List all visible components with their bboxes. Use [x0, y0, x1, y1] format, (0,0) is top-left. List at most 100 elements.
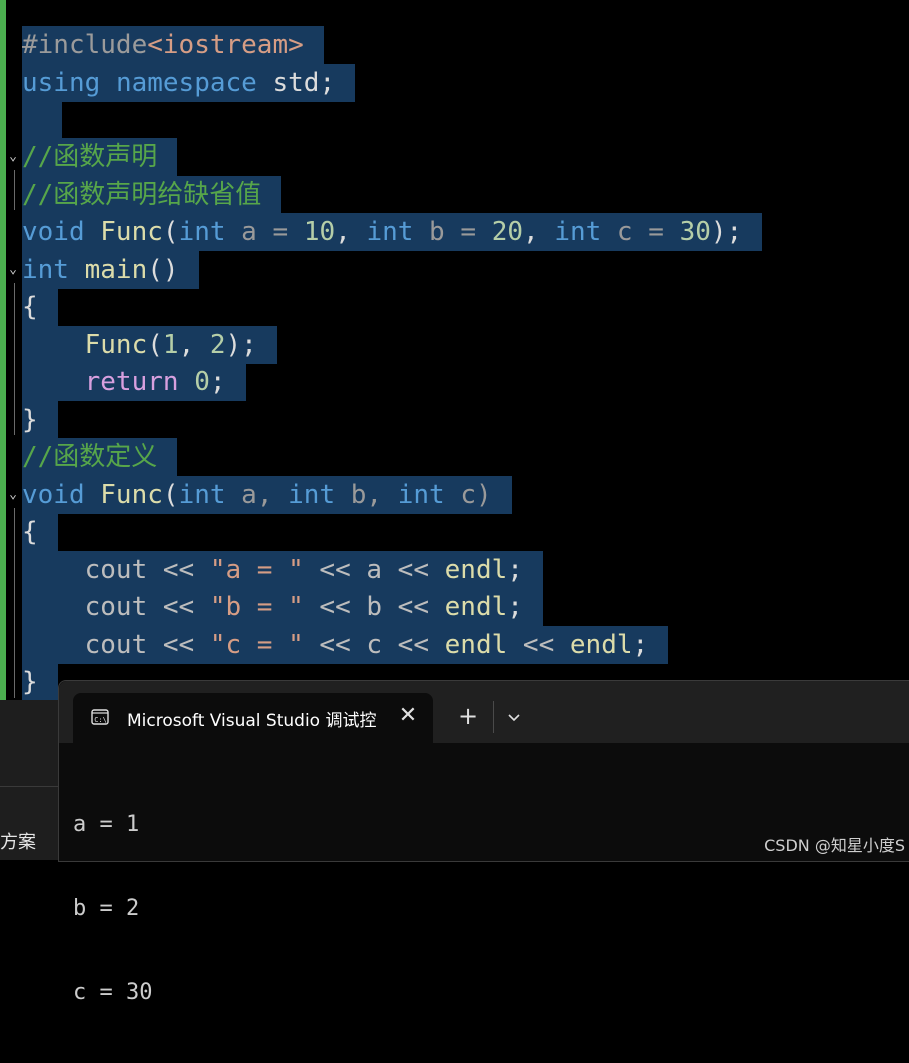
code-line-17[interactable]: cout << "c = " << c << endl << endl;: [22, 626, 669, 664]
code-line-10[interactable]: return 0;: [22, 363, 246, 401]
code-token: return: [84, 367, 179, 397]
code-token: endl: [569, 630, 633, 660]
code-token: 1: [162, 330, 179, 360]
code-token: <iostream>: [147, 30, 304, 60]
panel-divider: [0, 786, 58, 787]
code-line-4[interactable]: //函数声明: [22, 138, 178, 176]
code-token: namespace: [115, 68, 257, 98]
code-token: #include: [22, 30, 148, 60]
code-token: (: [162, 217, 179, 247]
chevron-down-icon[interactable]: [501, 705, 527, 731]
code-token: b,: [335, 480, 398, 510]
code-token: }: [22, 405, 38, 435]
console-tab[interactable]: C:\ Microsoft Visual Studio 调试控制台 ✕: [73, 693, 433, 743]
console-output-line: a = 1: [73, 812, 140, 837]
code-token: endl: [444, 592, 508, 622]
fold-guide: [14, 508, 15, 698]
code-token: endl: [444, 630, 508, 660]
code-line-1[interactable]: #include<iostream>: [22, 26, 324, 64]
new-tab-button[interactable]: +: [455, 703, 481, 729]
code-line-12[interactable]: //函数定义: [22, 438, 178, 476]
console-output-line: c = 30: [73, 980, 153, 1005]
code-token: {: [22, 517, 38, 547]
titlebar-divider: [493, 701, 494, 733]
code-token: a =: [225, 217, 304, 247]
code-token: cout <<: [22, 555, 210, 585]
code-line-5[interactable]: //函数声明给缺省值: [22, 176, 282, 214]
code-token: 10: [303, 217, 336, 247]
code-line-15[interactable]: cout << "a = " << a << endl;: [22, 551, 543, 589]
code-token: ,: [335, 217, 367, 247]
fold-collapse-icon[interactable]: ⌄: [6, 263, 20, 277]
code-token: << a <<: [303, 555, 445, 585]
code-token: 0: [194, 367, 210, 397]
code-token: //函数声明: [22, 142, 158, 172]
console-output: a = 1 b = 2 c = 30: [73, 755, 152, 1063]
code-line-14[interactable]: {: [22, 513, 58, 551]
code-token: (): [147, 255, 179, 285]
fold-guide: [14, 170, 15, 210]
code-token: (: [147, 330, 163, 360]
code-token: main: [84, 255, 148, 285]
code-token: void: [22, 480, 85, 510]
code-token: ;: [209, 367, 226, 397]
code-line-6[interactable]: void Func(int a = 10, int b = 20, int c …: [22, 213, 763, 251]
code-line-7[interactable]: int main(): [22, 251, 199, 289]
code-token: (: [162, 480, 179, 510]
code-token: c): [444, 480, 492, 510]
code-line-8[interactable]: {: [22, 288, 58, 326]
code-token: Func: [100, 480, 163, 510]
code-line-2[interactable]: using namespace std;: [22, 64, 356, 102]
code-token: }: [22, 667, 38, 697]
fold-collapse-icon[interactable]: ⌄: [6, 150, 20, 164]
code-line-11[interactable]: }: [22, 401, 58, 439]
code-token: ,: [178, 330, 210, 360]
fold-collapse-icon[interactable]: ⌄: [6, 488, 20, 502]
code-token: ;: [507, 592, 523, 622]
code-token: ;: [507, 555, 523, 585]
close-tab-icon[interactable]: ✕: [395, 703, 421, 729]
code-line-18[interactable]: }: [22, 663, 58, 701]
code-token: int: [22, 255, 69, 285]
code-line-16[interactable]: cout << "b = " << b << endl;: [22, 588, 543, 626]
code-line-13[interactable]: void Func(int a, int b, int c): [22, 476, 512, 514]
code-token: 20: [491, 217, 523, 247]
code-token: //函数声明给缺省值: [22, 180, 262, 210]
console-output-line: b = 2: [73, 896, 140, 921]
code-token: ;: [632, 630, 649, 660]
code-line-9[interactable]: Func(1, 2);: [22, 326, 277, 364]
code-token: c =: [601, 217, 680, 247]
solution-label[interactable]: 方案: [0, 828, 36, 854]
code-token: //函数定义: [22, 442, 158, 472]
code-token: "a = ": [209, 555, 304, 585]
code-token: cout <<: [22, 592, 210, 622]
code-token: "b = ": [209, 592, 304, 622]
csdn-watermark: CSDN @知星小度S: [764, 836, 905, 855]
code-token: Func: [100, 217, 163, 247]
code-line-3[interactable]: [22, 101, 62, 139]
code-token: << c <<: [303, 630, 445, 660]
code-token: <<: [507, 630, 570, 660]
code-token: {: [22, 292, 38, 322]
code-editor[interactable]: #include<iostream> using namespace std; …: [0, 0, 909, 701]
console-titlebar[interactable]: C:\ Microsoft Visual Studio 调试控制台 ✕ +: [59, 681, 909, 743]
code-token: void: [22, 217, 85, 247]
console-app-icon: C:\: [91, 709, 109, 725]
code-token: a,: [225, 480, 289, 510]
code-token: using: [22, 68, 101, 98]
code-token: int: [288, 480, 336, 510]
code-token: );: [225, 330, 257, 360]
code-token: int: [397, 480, 445, 510]
code-token: ,: [523, 217, 555, 247]
change-tracking-bar: [0, 0, 6, 700]
code-token: int: [178, 217, 226, 247]
code-token: "c = ": [209, 630, 304, 660]
code-token: << b <<: [303, 592, 445, 622]
code-token: int: [178, 480, 226, 510]
